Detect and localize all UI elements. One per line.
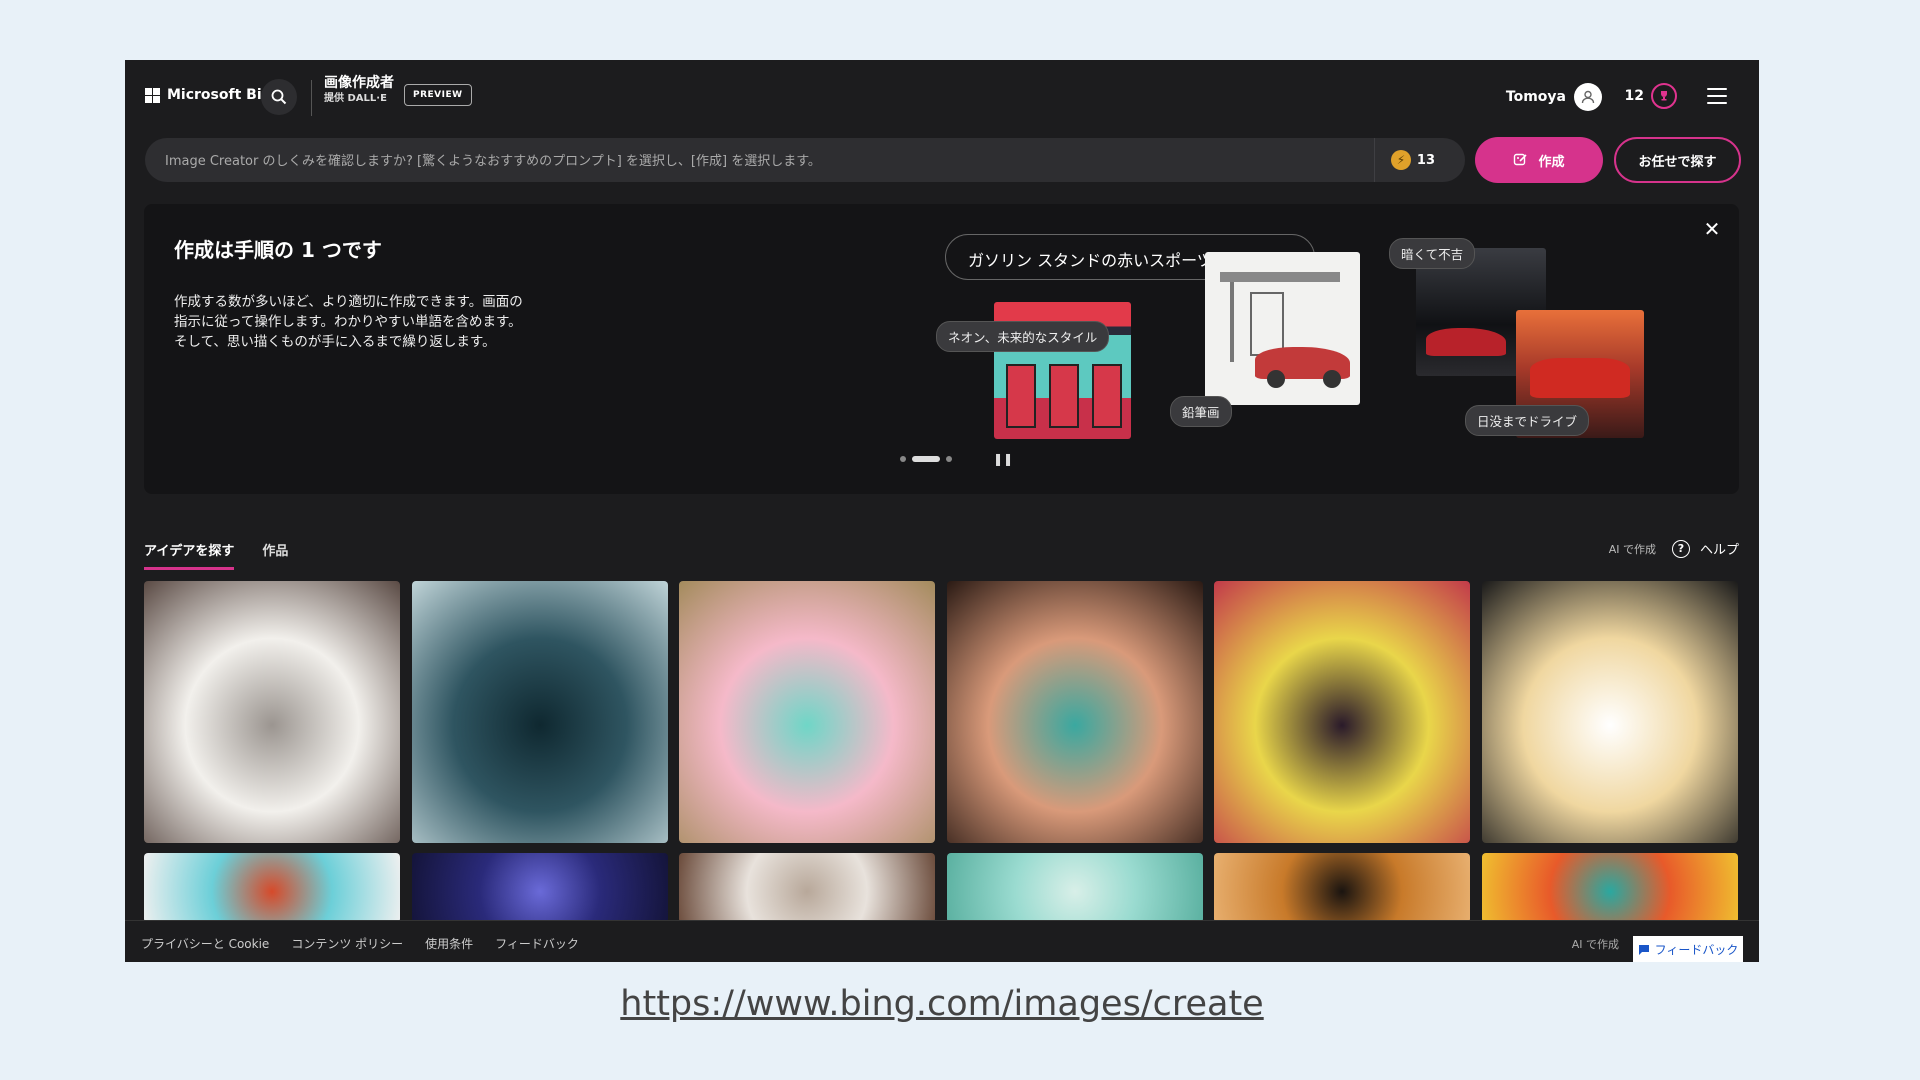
footer-ai-note: AI で作成 <box>1572 936 1619 952</box>
powered-by-label: 提供 DALL·E <box>324 91 394 106</box>
gallery-image[interactable] <box>947 853 1203 923</box>
ai-generated-note: AI で作成 <box>1609 541 1656 557</box>
create-label: 作成 <box>1538 151 1564 170</box>
gallery-image[interactable] <box>947 581 1203 843</box>
gallery-image[interactable] <box>1482 853 1738 923</box>
style-tag-dark[interactable]: 暗くて不吉 <box>1389 238 1475 269</box>
footer-link-terms[interactable]: 使用条件 <box>425 935 473 952</box>
boost-count: 13 <box>1417 153 1435 168</box>
carousel-dot[interactable] <box>946 456 952 462</box>
page-title: 画像作成者 <box>324 76 394 91</box>
reward-points: 12 <box>1625 88 1644 104</box>
footer-links: プライバシーと Cookie コンテンツ ポリシー 使用条件 フィードバック <box>141 935 579 952</box>
feedback-label: フィードバック <box>1655 941 1739 958</box>
pencil-sketch-image <box>1205 252 1360 405</box>
product-title: 画像作成者 提供 DALL·E <box>324 76 394 106</box>
style-tag-sunset[interactable]: 日没までドライブ <box>1465 405 1589 436</box>
style-tag-neon[interactable]: ネオン、未来的なスタイル <box>936 321 1109 352</box>
search-icon[interactable] <box>261 79 297 115</box>
top-header: Microsoft Bing 画像作成者 提供 DALL·E PREVIEW T… <box>125 60 1759 136</box>
pause-icon[interactable]: ❚❚ <box>993 452 1013 466</box>
windows-logo-icon <box>145 88 160 103</box>
prompt-input[interactable] <box>163 138 1327 184</box>
footer-link-feedback[interactable]: フィードバック <box>495 935 579 952</box>
footer: プライバシーと Cookie コンテンツ ポリシー 使用条件 フィードバック A… <box>125 920 1759 962</box>
carousel-dot[interactable] <box>900 456 906 462</box>
header-divider <box>311 80 312 116</box>
create-icon <box>1513 152 1529 168</box>
gallery-image[interactable] <box>679 581 935 843</box>
create-button[interactable]: 作成 <box>1475 137 1603 183</box>
gallery-image[interactable] <box>412 581 668 843</box>
help-icon[interactable]: ? <box>1672 540 1690 558</box>
gallery-image[interactable] <box>1214 581 1470 843</box>
bing-image-creator-window: Microsoft Bing 画像作成者 提供 DALL·E PREVIEW T… <box>125 60 1759 962</box>
tab-creations[interactable]: 作品 <box>262 540 288 570</box>
gallery-image[interactable] <box>144 581 400 843</box>
carousel-dot-active[interactable] <box>912 456 940 462</box>
help-link[interactable]: ヘルプ <box>1700 539 1739 558</box>
help-area: AI で作成 ? ヘルプ <box>1609 539 1739 558</box>
close-icon[interactable]: ✕ <box>1701 218 1723 240</box>
gallery-tabs: アイデアを探す 作品 <box>144 540 288 570</box>
gallery-image[interactable] <box>144 853 400 923</box>
banner-title: 作成は手順の 1 つです <box>174 234 382 263</box>
trophy-icon[interactable] <box>1651 83 1677 109</box>
boost-coin-icon: ⚡ <box>1391 150 1411 170</box>
user-avatar-icon[interactable] <box>1574 83 1602 111</box>
banner-description: 作成する数が多いほど、より適切に作成できます。画面の指示に従って操作します。わか… <box>174 292 529 352</box>
gallery-image[interactable] <box>679 853 935 923</box>
prompt-divider <box>1374 138 1375 182</box>
footer-link-content-policy[interactable]: コンテンツ ポリシー <box>291 935 403 952</box>
hamburger-menu-icon[interactable] <box>1707 86 1727 106</box>
feedback-chat-icon <box>1638 944 1650 956</box>
tab-explore-ideas[interactable]: アイデアを探す <box>144 540 234 570</box>
carousel-indicators <box>900 456 952 462</box>
rewards[interactable]: 12 <box>1625 83 1677 109</box>
feedback-button[interactable]: フィードバック <box>1633 936 1743 962</box>
prompt-bar: ⚡ 13 <box>145 138 1465 182</box>
gallery-image[interactable] <box>412 853 668 923</box>
page-url[interactable]: https://www.bing.com/images/create <box>0 984 1884 1024</box>
surprise-me-button[interactable]: お任せで探す <box>1614 137 1741 183</box>
user-name: Tomoya <box>1506 89 1566 105</box>
gallery-image[interactable] <box>1214 853 1470 923</box>
onboarding-banner: 作成は手順の 1 つです 作成する数が多いほど、より適切に作成できます。画面の指… <box>144 204 1739 494</box>
gallery-image[interactable] <box>1482 581 1738 843</box>
boost-counter[interactable]: ⚡ 13 <box>1391 150 1435 170</box>
footer-link-privacy[interactable]: プライバシーと Cookie <box>141 935 269 952</box>
preview-badge: PREVIEW <box>404 84 472 106</box>
style-tag-pencil[interactable]: 鉛筆画 <box>1170 396 1232 427</box>
user-account[interactable]: Tomoya <box>1506 83 1602 111</box>
